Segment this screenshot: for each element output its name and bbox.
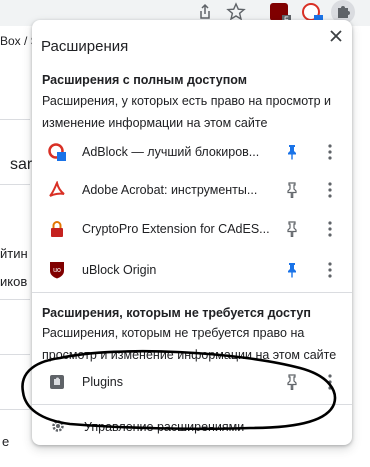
adblock-toolbar-icon[interactable]: [302, 3, 323, 24]
manage-extensions-button[interactable]: Управление расширениями: [32, 410, 352, 442]
extension-row-adobe-acrobat[interactable]: Adobe Acrobat: инструменты...: [32, 174, 352, 206]
section-divider: [32, 292, 352, 293]
more-options-icon[interactable]: [324, 372, 336, 392]
no-access-heading: Расширения, которым не требуется доступ: [42, 306, 311, 320]
bg-text-2: йтин: [0, 246, 28, 261]
more-options-icon[interactable]: [324, 180, 336, 200]
extension-row-ublock-origin[interactable]: uo uBlock Origin: [32, 254, 352, 286]
extension-name: Adobe Acrobat: инструменты...: [82, 183, 258, 197]
full-access-description: Расширения, у которых есть право на прос…: [42, 94, 332, 130]
pin-outline-icon[interactable]: [284, 182, 300, 198]
bg-text-1: sar: [10, 156, 33, 173]
more-options-icon[interactable]: [324, 219, 336, 239]
bg-divider: [0, 184, 30, 185]
no-access-description: Расширения, которым не требуется право н…: [42, 326, 337, 362]
more-options-icon[interactable]: [324, 260, 336, 280]
pin-outline-icon[interactable]: [284, 374, 300, 390]
adblock-icon: [48, 143, 66, 161]
bg-text-4: е: [2, 434, 10, 449]
extension-name: AdBlock — лучший блокиров...: [82, 145, 260, 159]
bg-divider: [0, 119, 30, 120]
bg-divider: [0, 354, 30, 355]
pin-icon[interactable]: [284, 262, 300, 278]
extension-name: CryptoPro Extension for CAdES...: [82, 222, 270, 236]
close-icon[interactable]: [326, 26, 346, 46]
ublock-toolbar-icon[interactable]: 5: [270, 3, 291, 25]
cryptopro-icon: [51, 221, 63, 237]
share-icon[interactable]: [195, 2, 215, 22]
popup-title: Расширения: [41, 38, 129, 55]
svg-text:uo: uo: [53, 267, 61, 274]
extension-row-cryptopro[interactable]: CryptoPro Extension for CAdES...: [32, 213, 352, 245]
extension-row-plugins[interactable]: Plugins: [32, 366, 352, 398]
pin-icon[interactable]: [284, 144, 300, 160]
bg-divider: [0, 409, 30, 410]
full-access-heading: Расширения с полным доступом: [42, 73, 247, 87]
extension-row-adblock[interactable]: AdBlock — лучший блокиров...: [32, 136, 352, 168]
pin-outline-icon[interactable]: [284, 221, 300, 237]
extension-name: uBlock Origin: [82, 263, 157, 277]
more-options-icon[interactable]: [324, 142, 336, 162]
manage-extensions-label: Управление расширениями: [84, 420, 245, 434]
section-divider: [32, 404, 352, 405]
bg-text-3: иков: [0, 274, 28, 289]
extension-name: Plugins: [82, 375, 123, 389]
bg-divider: [0, 299, 30, 300]
bookmark-star-icon[interactable]: [226, 2, 246, 22]
ublock-icon: uo: [50, 262, 64, 279]
adobe-acrobat-icon: [49, 181, 65, 197]
puzzle-piece-icon: [50, 375, 64, 389]
gear-icon: [52, 420, 64, 432]
extensions-popup: Расширения Расширения с полным доступом …: [32, 20, 352, 445]
